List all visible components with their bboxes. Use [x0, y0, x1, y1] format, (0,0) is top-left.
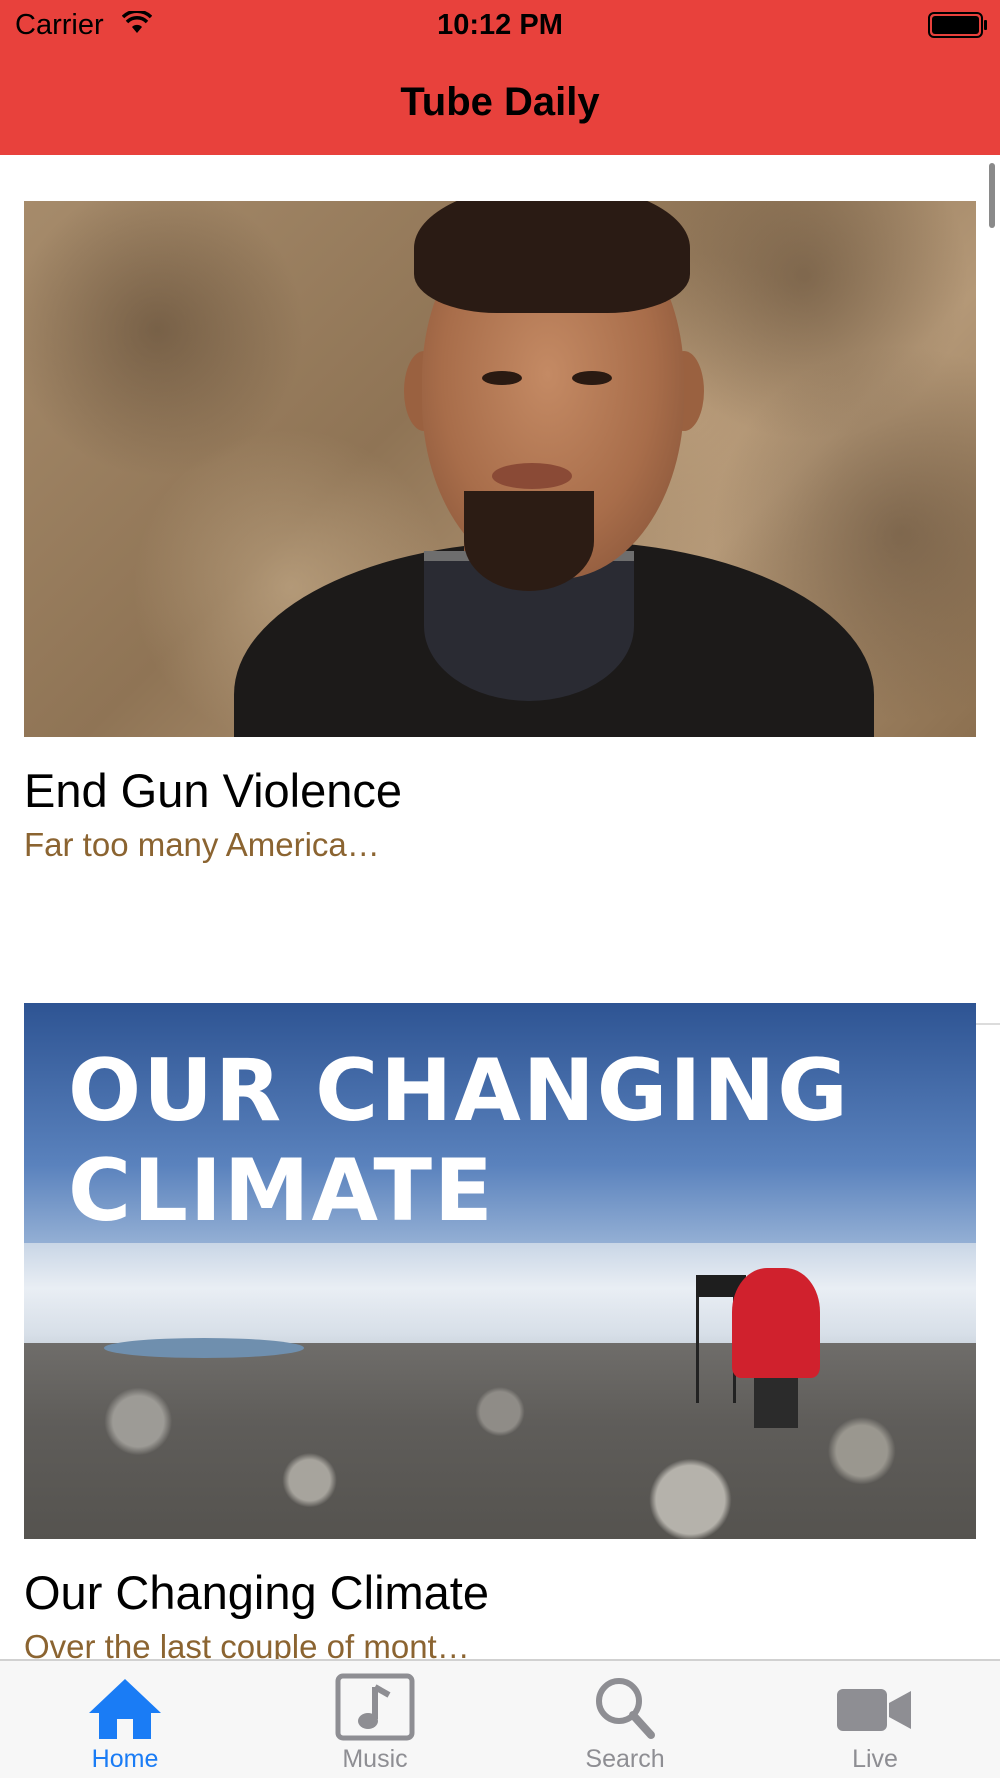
search-icon [596, 1678, 655, 1739]
tab-label: Live [852, 1745, 898, 1773]
app-header: Carrier 10:12 PM Tube Daily [0, 0, 1000, 155]
status-bar: Carrier 10:12 PM [0, 0, 1000, 50]
video-feed[interactable]: End Gun Violence Far too many America… O… [0, 155, 1000, 1659]
scroll-indicator [989, 163, 995, 228]
thumbnail-eye [572, 371, 612, 385]
music-note-icon [335, 1673, 415, 1741]
tab-label: Music [342, 1745, 408, 1773]
tab-label: Home [91, 1745, 159, 1773]
video-thumbnail[interactable] [24, 201, 976, 737]
thumbnail-hair [414, 201, 690, 313]
thumbnail-eye [482, 371, 522, 385]
thumbnail-mouth [492, 463, 572, 489]
thumbnail-overlay-text: OUR CHANGING CLIMATE [68, 1041, 850, 1241]
tab-home[interactable]: Home [0, 1661, 250, 1778]
video-description: Far too many America… [24, 826, 380, 863]
thumbnail-ground [24, 1343, 976, 1539]
tab-bar: Home Music Search Live [0, 1659, 1000, 1778]
video-description: Over the last couple of mont… [24, 1628, 470, 1659]
thumbnail-beard [464, 491, 594, 591]
tab-label: Search [585, 1745, 665, 1773]
video-thumbnail[interactable]: OUR CHANGING CLIMATE [24, 1003, 976, 1539]
video-title[interactable]: Our Changing Climate [24, 1565, 489, 1620]
thumbnail-photographer [732, 1268, 820, 1378]
tab-search[interactable]: Search [500, 1661, 750, 1778]
video-camera-icon [837, 1689, 911, 1731]
video-title[interactable]: End Gun Violence [24, 763, 402, 818]
tab-music[interactable]: Music [250, 1661, 500, 1778]
page-title: Tube Daily [400, 80, 600, 124]
battery-icon [928, 12, 987, 38]
tab-live[interactable]: Live [750, 1661, 1000, 1778]
thumbnail-pond [104, 1338, 304, 1358]
status-time: 10:12 PM [437, 9, 563, 41]
thumbnail-tripod [696, 1293, 736, 1403]
home-icon [89, 1679, 161, 1739]
